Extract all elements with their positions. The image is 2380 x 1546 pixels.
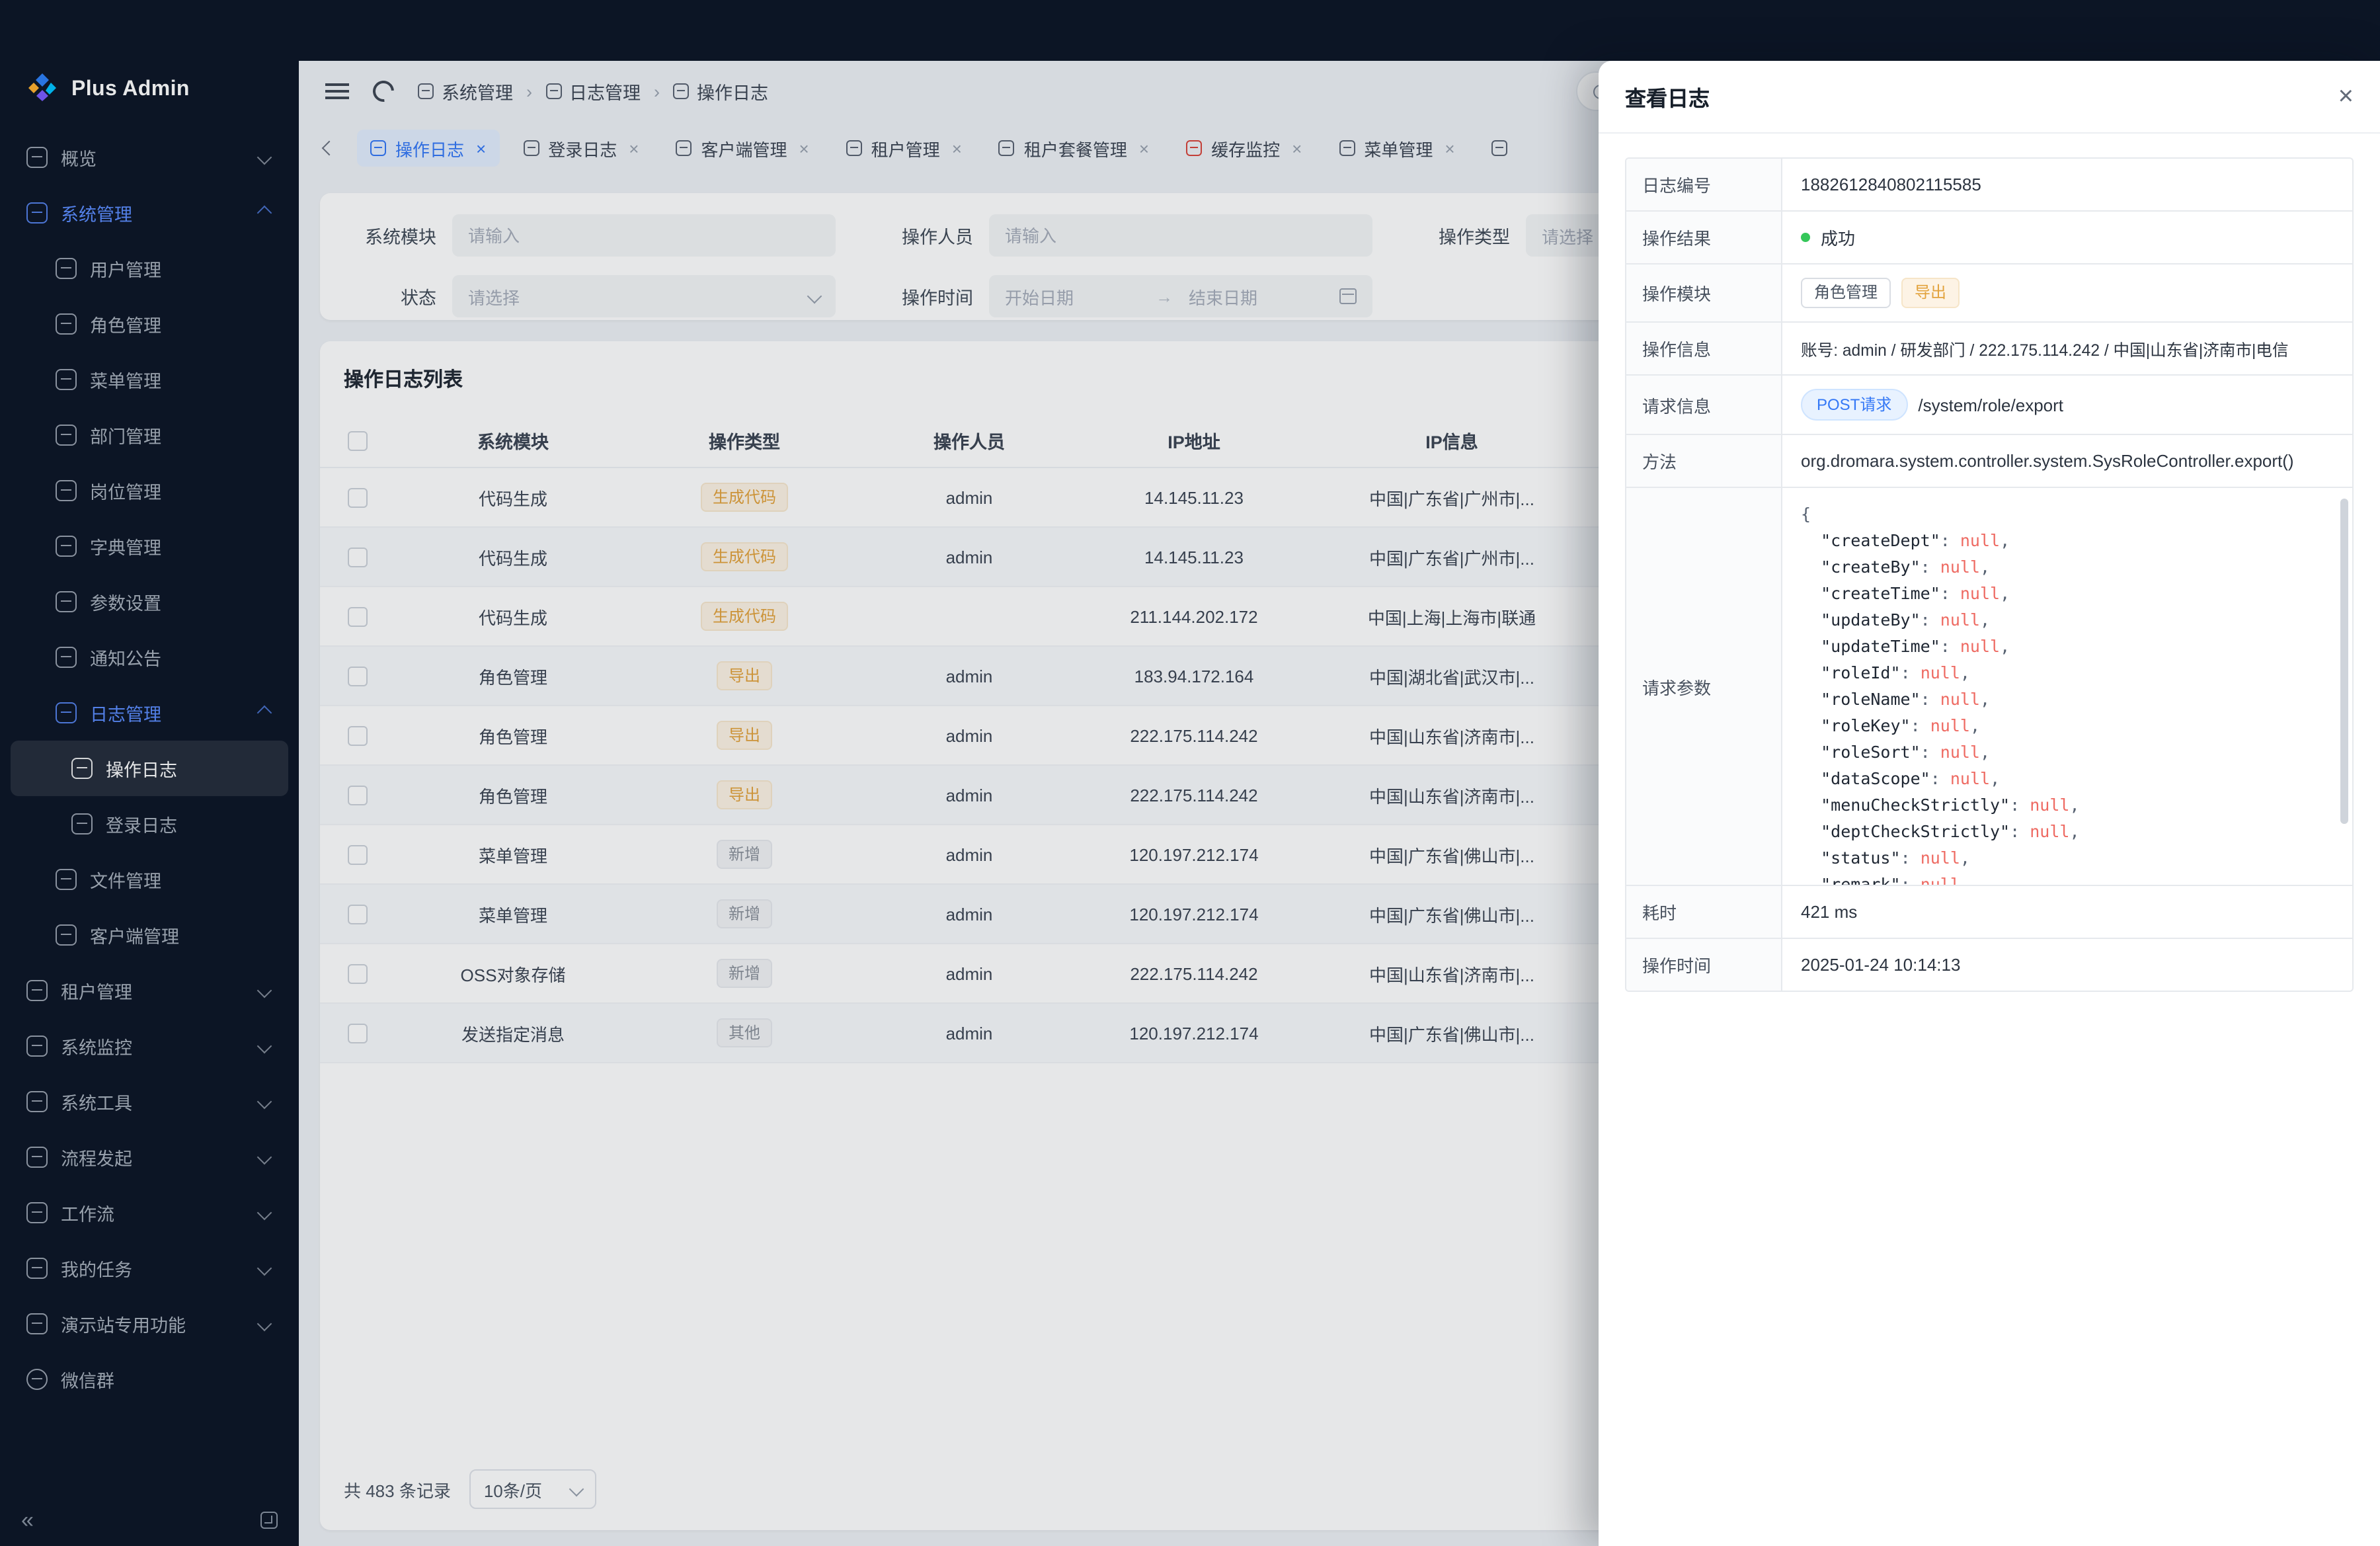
field-request: 请求信息 POST请求 /system/role/export (1626, 376, 2352, 435)
result-text: 成功 (1821, 225, 1855, 250)
field-value: POST请求 /system/role/export (1782, 376, 2352, 434)
request-url: /system/role/export (1918, 395, 2063, 415)
json-line: "roleName": null, (1801, 686, 2328, 713)
field-value: org.dromara.system.controller.system.Sys… (1782, 435, 2352, 487)
field-value: 421 ms (1782, 886, 2352, 938)
drawer-header: 查看日志 × (1599, 61, 2380, 134)
field-label: 请求参数 (1626, 488, 1782, 885)
drawer-title: 查看日志 (1625, 81, 1710, 112)
field-label: 操作结果 (1626, 212, 1782, 263)
module-tag: 角色管理 (1801, 278, 1891, 308)
field-label: 日志编号 (1626, 159, 1782, 210)
field-method: 方法 org.dromara.system.controller.system.… (1626, 435, 2352, 488)
json-line: "roleSort": null, (1801, 739, 2328, 766)
json-line: "menuCheckStrictly": null, (1801, 792, 2328, 819)
field-params: 请求参数 { "createDept": null, "createBy": n… (1626, 488, 2352, 886)
json-scrollbar[interactable] (2340, 499, 2348, 824)
field-result: 操作结果 成功 (1626, 212, 2352, 264)
field-label: 请求信息 (1626, 376, 1782, 434)
field-label: 操作时间 (1626, 939, 1782, 991)
view-log-drawer: 查看日志 × 日志编号 1882612840802115585 操作结果 成功 … (1599, 61, 2380, 1546)
log-detail-table: 日志编号 1882612840802115585 操作结果 成功 操作模块 角色… (1625, 157, 2354, 992)
post-method-tag: POST请求 (1801, 389, 1907, 421)
json-line: "updateBy": null, (1801, 607, 2328, 633)
field-value: 2025-01-24 10:14:13 (1782, 939, 2352, 991)
field-value: 成功 (1782, 212, 2352, 263)
application-root: 系统管理›日志管理›操作日志 操作日志×登录日志×客户端管理×租户管理×租户套餐… (0, 0, 2380, 1546)
json-line: "updateTime": null, (1801, 633, 2328, 660)
json-line: "deptCheckStrictly": null, (1801, 819, 2328, 845)
success-dot-icon (1801, 233, 1810, 242)
field-log-id: 日志编号 1882612840802115585 (1626, 159, 2352, 212)
json-line: "createTime": null, (1801, 581, 2328, 607)
field-label: 方法 (1626, 435, 1782, 487)
field-label: 耗时 (1626, 886, 1782, 938)
field-value: { "createDept": null, "createBy": null, … (1782, 488, 2352, 885)
json-line: "remark": null, (1801, 872, 2328, 885)
field-time: 操作时间 2025-01-24 10:14:13 (1626, 939, 2352, 991)
field-value: 1882612840802115585 (1782, 159, 2352, 210)
json-line: "roleKey": null, (1801, 713, 2328, 739)
json-line: "roleId": null, (1801, 660, 2328, 686)
json-line: "status": null, (1801, 845, 2328, 872)
json-line: "dataScope": null, (1801, 766, 2328, 792)
json-line: "createDept": null, (1801, 528, 2328, 554)
json-line: { (1801, 501, 2328, 528)
field-value: 角色管理 导出 (1782, 264, 2352, 321)
request-params-json[interactable]: { "createDept": null, "createBy": null, … (1782, 488, 2352, 885)
field-label: 操作模块 (1626, 264, 1782, 321)
field-value: 账号: admin / 研发部门 / 222.175.114.242 / 中国|… (1782, 323, 2352, 374)
close-drawer-icon[interactable]: × (2338, 83, 2354, 110)
json-line: "createBy": null, (1801, 554, 2328, 581)
field-duration: 耗时 421 ms (1626, 886, 2352, 939)
field-label: 操作信息 (1626, 323, 1782, 374)
operation-tag: 导出 (1901, 278, 1960, 308)
field-info: 操作信息 账号: admin / 研发部门 / 222.175.114.242 … (1626, 323, 2352, 376)
field-module: 操作模块 角色管理 导出 (1626, 264, 2352, 323)
